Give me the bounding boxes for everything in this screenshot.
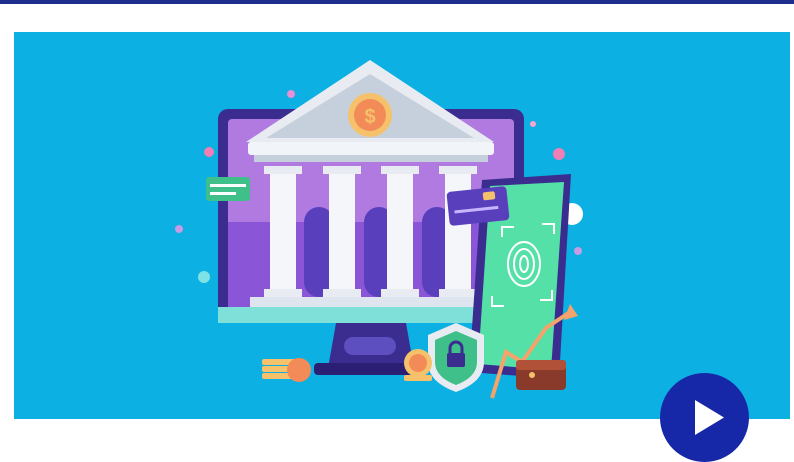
credit-card-icon	[446, 186, 510, 226]
banking-illustration: $	[14, 32, 790, 419]
top-accent-bar	[0, 0, 794, 4]
coin-symbol: $	[364, 106, 375, 128]
play-icon	[695, 400, 724, 435]
play-button[interactable]	[660, 373, 749, 462]
shield-lock-icon	[428, 323, 484, 392]
dollar-coin-icon: $	[348, 93, 392, 137]
wallet-icon	[516, 360, 566, 390]
illustration-artwork: $	[175, 60, 583, 399]
cash-card-icon	[206, 177, 250, 201]
